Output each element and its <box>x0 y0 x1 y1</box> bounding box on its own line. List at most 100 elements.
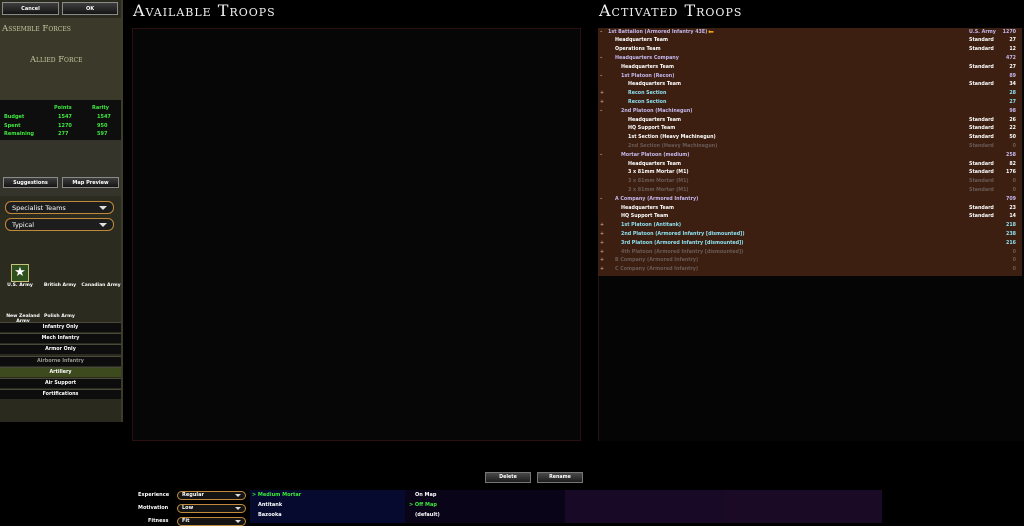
troop-row[interactable]: – 1st Battalion (Armored Infantry 43E) ⬅ U.… <box>598 28 1022 39</box>
troop-row[interactable]: 2nd Section (Heavy Machinegun) Standard 0 <box>598 144 1022 153</box>
troop-row[interactable]: + Recon Section 27 <box>598 100 1022 109</box>
troop-row[interactable]: +3rd Platoon (Armored Infantry [dismount… <box>598 241 1022 250</box>
expand-icon[interactable]: + <box>600 241 604 246</box>
troop-row[interactable]: – 1st Platoon (Recon) 89 <box>598 74 1022 83</box>
troop-row[interactable]: +2nd Platoon (Armored Infantry [dismount… <box>598 232 1022 241</box>
nation-polish-army[interactable]: Polish Army <box>44 314 78 319</box>
category-item[interactable]: Airborne Infantry <box>0 355 121 366</box>
troop-name: 3 x 81mm Mortar (M1) <box>628 187 689 193</box>
troop-type: Standard <box>969 205 994 211</box>
category-select[interactable]: Specialist Teams <box>5 201 114 214</box>
troop-points: 218 <box>1005 223 1016 229</box>
motivation-label: Motivation <box>138 505 169 511</box>
troop-row[interactable]: +4th Platoon (Armored Infantry [dismount… <box>598 250 1022 259</box>
troop-row[interactable]: 1st Section (Heavy Machinegun) Standard 50 <box>598 135 1022 144</box>
troop-row[interactable]: + Recon Section 28 <box>598 91 1022 100</box>
available-troops-title: Available Troops <box>133 1 276 20</box>
available-troops-list[interactable] <box>132 28 581 441</box>
selected-arrow-icon: ⬅ <box>708 28 714 36</box>
troop-points: 22 <box>1009 126 1016 132</box>
fitness-select[interactable]: Fit <box>177 517 246 526</box>
collapse-icon[interactable]: – <box>600 197 602 202</box>
cancel-button[interactable]: Cancel <box>2 2 59 15</box>
motivation-select[interactable]: Low <box>177 504 246 513</box>
nation-us-army[interactable]: U.S. Army <box>4 283 36 288</box>
collapse-icon[interactable]: – <box>600 153 602 158</box>
troop-row[interactable]: Operations Team Standard 12 <box>598 47 1022 56</box>
quality-select[interactable]: Typical <box>5 218 114 231</box>
collapse-icon[interactable]: – <box>600 56 602 61</box>
troop-points: 27 <box>1009 38 1016 44</box>
troop-name: Headquarters Team <box>628 117 681 123</box>
troop-points: 23 <box>1009 205 1016 211</box>
category-item[interactable]: Armor Only <box>0 344 121 355</box>
troop-points: 0 <box>1012 179 1016 185</box>
collapse-icon[interactable]: – <box>600 109 602 114</box>
force-header: Assemble Forces Allied Force <box>0 18 121 100</box>
expand-icon[interactable]: + <box>600 91 604 96</box>
deploy-option-on-map[interactable]: On Map <box>415 492 436 498</box>
troop-row[interactable]: 3 x 81mm Mortar (M1) Standard 0 <box>598 188 1022 197</box>
expand-icon[interactable]: + <box>600 267 604 272</box>
troop-row[interactable]: HQ Support Team Standard 14 <box>598 214 1022 223</box>
expand-icon[interactable]: + <box>600 100 604 105</box>
chevron-down-icon <box>99 206 107 210</box>
expand-icon[interactable]: + <box>600 250 604 255</box>
troop-row[interactable]: +1st Platoon (Antitank) 218 <box>598 223 1022 232</box>
nation-british-army[interactable]: British Army <box>41 283 79 288</box>
expand-icon[interactable]: + <box>600 258 604 263</box>
ok-button[interactable]: OK <box>62 2 118 15</box>
category-item[interactable]: Fortifications <box>0 389 121 400</box>
expand-icon[interactable]: + <box>600 232 604 237</box>
collapse-icon[interactable]: – <box>600 74 602 79</box>
map-preview-button[interactable]: Map Preview <box>62 177 119 188</box>
troop-row[interactable]: HQ Support Team Standard 22 <box>598 126 1022 135</box>
suggestions-button[interactable]: Suggestions <box>3 177 58 188</box>
deploy-option-default[interactable]: (default) <box>415 512 440 518</box>
troop-row[interactable]: Headquarters Team Standard 26 <box>598 118 1022 127</box>
troop-name: 2nd Platoon (Armored Infantry [dismounte… <box>621 231 745 237</box>
unit-option-medium-mortar[interactable]: > Medium Mortar <box>252 492 301 498</box>
troop-row[interactable]: Headquarters Team Standard 23 <box>598 206 1022 215</box>
left-sidebar: Cancel OK Assemble Forces Allied Force P… <box>0 0 123 422</box>
troop-type: Standard <box>969 117 994 123</box>
category-item[interactable]: Artillery <box>0 366 121 377</box>
collapse-icon[interactable]: – <box>600 30 602 35</box>
rarity-header: Rarity <box>92 105 110 111</box>
troop-row[interactable]: Headquarters Team Standard 82 <box>598 162 1022 171</box>
troop-row[interactable]: – Mortar Platoon (medium) 258 <box>598 153 1022 162</box>
unit-option-bazooka[interactable]: Bazooka <box>258 512 282 518</box>
deploy-option-off-map[interactable]: > Off Map <box>409 502 437 508</box>
activated-troops-list[interactable]: – 1st Battalion (Armored Infantry 43E) ⬅ U.… <box>598 28 1022 276</box>
troop-type: Standard <box>969 187 994 193</box>
experience-label: Experience <box>138 492 170 498</box>
troop-row[interactable]: – 2nd Platoon (Machinegun) 98 <box>598 109 1022 118</box>
category-item[interactable]: Mech Infantry <box>0 333 121 344</box>
troop-type: Standard <box>969 126 994 132</box>
budget-row-points: 277 <box>58 131 69 138</box>
troop-row[interactable]: Headquarters Team Standard 27 <box>598 38 1022 47</box>
chevron-down-icon <box>235 494 241 497</box>
us-army-star-icon[interactable]: ★ <box>11 264 29 282</box>
delete-button[interactable]: Delete <box>485 472 531 483</box>
category-item[interactable]: Infantry Only <box>0 322 121 332</box>
troop-row[interactable]: 3 x 81mm Mortar (M1) Standard 0 <box>598 179 1022 188</box>
troop-name: 2nd Section (Heavy Machinegun) <box>628 143 718 149</box>
rename-button[interactable]: Rename <box>537 472 583 483</box>
nation-canadian-army[interactable]: Canadian Army <box>80 283 122 288</box>
troop-type: Standard <box>969 170 994 176</box>
troop-row[interactable]: 3 x 81mm Mortar (M1) Standard 176 <box>598 170 1022 179</box>
unit-option-antitank[interactable]: Antitank <box>258 502 282 508</box>
experience-select[interactable]: Regular <box>177 491 246 500</box>
troop-points: 89 <box>1009 73 1016 79</box>
troop-row[interactable]: Headquarters Team Standard 34 <box>598 82 1022 91</box>
troop-row[interactable]: Headquarters Team Standard 27 <box>598 65 1022 74</box>
troop-name: 1st Section (Heavy Machinegun) <box>628 135 716 141</box>
troop-row[interactable]: – Headquarters Company 472 <box>598 56 1022 65</box>
troop-row[interactable]: + B Company (Armored Infantry) 0 <box>598 258 1022 267</box>
expand-icon[interactable]: + <box>600 223 604 228</box>
troop-row[interactable]: – A Company (Armored Infantry) 709 <box>598 197 1022 206</box>
troop-row[interactable]: + C Company (Armored Infantry) 0 <box>598 267 1022 276</box>
troop-name: Mortar Platoon (medium) <box>621 152 690 158</box>
category-item[interactable]: Air Support <box>0 378 121 388</box>
